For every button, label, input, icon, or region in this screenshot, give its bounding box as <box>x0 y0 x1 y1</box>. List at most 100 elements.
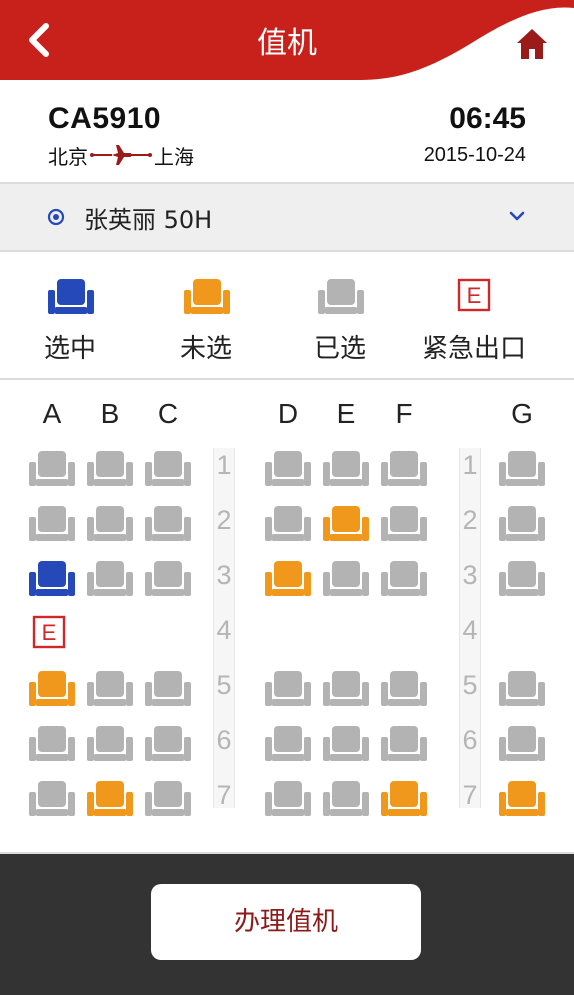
column-label-f: F <box>395 398 413 429</box>
seat-taken-icon <box>87 671 133 706</box>
seat-6f <box>380 723 428 763</box>
seat-taken-icon <box>381 726 427 761</box>
seat-1c <box>144 448 192 488</box>
seat-selected-icon <box>48 279 94 314</box>
passenger-selector[interactable]: 张英丽 50H <box>0 184 574 252</box>
seat-selected-icon <box>29 561 75 596</box>
row-number: 6 <box>462 725 478 755</box>
row-number: 6 <box>216 725 232 755</box>
checkin-button[interactable]: 办理值机 <box>151 884 421 960</box>
seat-6b <box>86 723 134 763</box>
seat-taken-icon <box>499 506 545 541</box>
seat-available-icon <box>381 781 427 816</box>
seat-taken-icon <box>87 451 133 486</box>
seat-3d[interactable] <box>264 558 312 598</box>
seat-taken-icon <box>29 506 75 541</box>
legend-item-exit: E 紧急出口 <box>404 252 544 380</box>
seat-taken-icon <box>381 561 427 596</box>
exit-icon: E <box>457 278 491 312</box>
seat-5d <box>264 668 312 708</box>
seat-taken-icon <box>145 561 191 596</box>
seat-6c <box>144 723 192 763</box>
seat-taken-icon <box>323 561 369 596</box>
seat-3g <box>498 558 546 598</box>
seat-5c <box>144 668 192 708</box>
row-number: 2 <box>462 505 478 535</box>
legend-icon-wrap <box>47 276 94 316</box>
seat-5f <box>380 668 428 708</box>
row-number: 5 <box>216 670 232 700</box>
column-label-a: A <box>42 398 62 429</box>
seat-3f <box>380 558 428 598</box>
seat-7f[interactable] <box>380 778 428 818</box>
destination-city: 上海 <box>154 144 194 169</box>
legend-item-taken: 已选 <box>270 252 410 380</box>
seat-taken-icon <box>87 506 133 541</box>
seat-5g <box>498 668 546 708</box>
seat-taken-icon <box>265 506 311 541</box>
seat-taken-icon <box>499 671 545 706</box>
seat-taken-icon <box>323 671 369 706</box>
legend-icon-wrap <box>317 276 364 316</box>
seat-7c <box>144 778 192 818</box>
departure-time: 06:45 <box>449 102 526 135</box>
seat-taken-icon <box>145 451 191 486</box>
seat-1d <box>264 448 312 488</box>
flight-info: CA5910 北京 上海 06:45 2015-10-24 <box>0 82 574 184</box>
row-number: 7 <box>216 780 232 810</box>
seat-taken-icon <box>145 671 191 706</box>
seat-map: A B C D E F G 1 2 3 4 5 6 7 1 2 3 4 5 6 7 E <box>0 380 574 854</box>
legend-label: 未选 <box>179 334 232 364</box>
seat-3e <box>322 558 370 598</box>
seat-7g[interactable] <box>498 778 546 818</box>
flight-route: 北京 上海 <box>48 140 194 170</box>
seat-legend: 选中 未选 已选 E 紧急出口 <box>0 252 574 380</box>
seat-3a[interactable] <box>28 558 76 598</box>
seat-3b <box>86 558 134 598</box>
seat-6e <box>322 723 370 763</box>
seat-taken-icon <box>323 781 369 816</box>
seat-1f <box>380 448 428 488</box>
seat-5a[interactable] <box>28 668 76 708</box>
seat-available-icon <box>499 781 545 816</box>
seat-taken-icon <box>29 726 75 761</box>
legend-label: 紧急出口 <box>421 334 526 364</box>
chevron-down-icon[interactable] <box>508 210 526 222</box>
legend-item-available: 未选 <box>136 252 276 380</box>
exit-icon: E <box>32 615 66 649</box>
seat-taken-icon <box>265 451 311 486</box>
legend-label: 选中 <box>43 334 96 364</box>
flight-number: CA5910 <box>48 102 162 135</box>
row-number: 1 <box>216 450 232 480</box>
seat-7e <box>322 778 370 818</box>
seat-1b <box>86 448 134 488</box>
seat-taken-icon <box>29 451 75 486</box>
seat-taken-icon <box>87 726 133 761</box>
emergency-exit-marker: E <box>32 615 66 649</box>
seat-taken-icon <box>145 781 191 816</box>
seat-5b <box>86 668 134 708</box>
row-number: 5 <box>462 670 478 700</box>
home-button[interactable] <box>514 26 550 62</box>
legend-item-selected: 选中 <box>0 252 140 380</box>
seat-taken-icon <box>499 726 545 761</box>
seat-taken-icon <box>499 561 545 596</box>
column-label-g: G <box>511 398 533 429</box>
seat-2e[interactable] <box>322 503 370 543</box>
svg-text:E: E <box>467 283 482 308</box>
seat-taken-icon <box>381 451 427 486</box>
radio-icon <box>47 208 65 226</box>
seat-7b[interactable] <box>86 778 134 818</box>
seat-taken-icon <box>323 451 369 486</box>
plane-route-icon <box>90 145 152 165</box>
row-number: 4 <box>216 615 232 645</box>
column-label-c: C <box>157 398 179 429</box>
seat-available-icon <box>87 781 133 816</box>
legend-icon-wrap: E <box>457 278 491 312</box>
seat-taken-icon <box>87 561 133 596</box>
home-icon <box>517 29 547 59</box>
row-number: 3 <box>216 560 232 590</box>
seat-2f <box>380 503 428 543</box>
seat-taken-icon <box>145 726 191 761</box>
seat-1g <box>498 448 546 488</box>
